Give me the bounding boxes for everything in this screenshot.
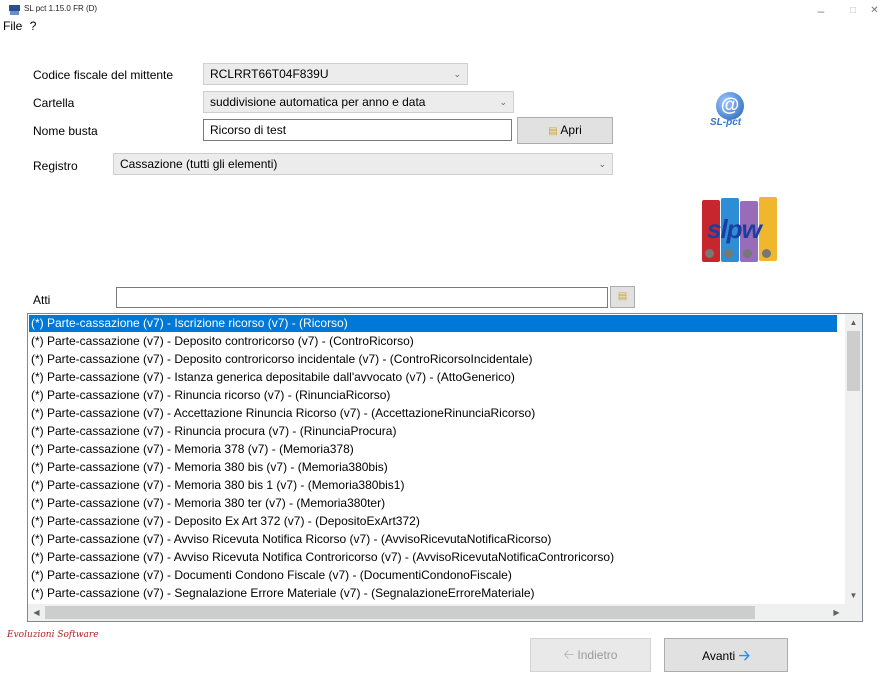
scroll-left-icon[interactable]: ◀ [28,604,45,621]
list-item[interactable]: (*) Parte-cassazione (v7) - Deposito con… [31,351,533,368]
app-icon [9,5,20,15]
horizontal-scrollbar[interactable]: ◀ ▶ [28,604,845,621]
arrow-left-icon: 🡠 [563,647,575,662]
back-button-label: Indietro [577,648,618,662]
codice-fiscale-label: Codice fiscale del mittente [33,68,174,82]
list-item[interactable]: (*) Parte-cassazione (v7) - Segnalazione… [31,585,535,602]
folder-search-icon: ▤ [617,291,628,302]
scroll-down-icon[interactable]: ▼ [845,587,862,604]
close-button[interactable]: ✕ [862,0,887,26]
cartella-label: Cartella [33,96,75,110]
chevron-down-icon: ⌄ [598,159,606,169]
minimize-button[interactable]: – [806,0,836,26]
list-item[interactable]: (*) Parte-cassazione (v7) - Deposito con… [31,333,414,350]
list-item[interactable]: (*) Parte-cassazione (v7) - Memoria 380 … [31,495,385,512]
atti-filter-input[interactable] [116,287,608,308]
back-button[interactable]: 🡠 Indietro [530,638,651,672]
list-item[interactable]: (*) Parte-cassazione (v7) - Accettazione… [31,405,535,422]
menu-file[interactable]: File [1,19,24,33]
nome-busta-value: Ricorso di test [210,123,287,137]
cartella-value: suddivisione automatica per anno e data [210,95,426,109]
vertical-scrollbar[interactable]: ▲ ▼ [845,314,862,604]
registro-select[interactable]: Cassazione (tutti gli elementi) ⌄ [113,153,613,175]
brand-logo: Evoluzioni Software [7,630,99,640]
nome-busta-label: Nome busta [33,124,98,138]
menu-bar: File ? [0,19,38,35]
horizontal-scroll-thumb[interactable] [45,606,755,619]
registro-label: Registro [33,159,78,173]
menu-help[interactable]: ? [28,19,39,33]
cartella-select[interactable]: suddivisione automatica per anno e data … [203,91,514,113]
list-item[interactable]: (*) Parte-cassazione (v7) - Avviso Ricev… [31,549,614,566]
scrollbar-corner [845,604,862,621]
slpct-logo-text: SL-pct [710,117,742,128]
apri-button-label: Apri [560,123,582,137]
list-item[interactable]: (*) Parte-cassazione (v7) - Avviso Ricev… [31,531,551,548]
codice-fiscale-value: RCLRRT66T04F839U [210,67,329,81]
next-button-label: Avanti [702,649,736,663]
list-item[interactable]: (*) Parte-cassazione (v7) - Memoria 380 … [31,477,404,494]
chevron-down-icon: ⌄ [499,97,507,107]
list-item[interactable]: (*) Parte-cassazione (v7) - Iscrizione r… [29,315,837,332]
codice-fiscale-select[interactable]: RCLRRT66T04F839U ⌄ [203,63,468,85]
atti-list[interactable]: (*) Parte-cassazione (v7) - Iscrizione r… [27,313,863,622]
nome-busta-input[interactable]: Ricorso di test [203,119,512,141]
list-item[interactable]: (*) Parte-cassazione (v7) - Rinuncia ric… [31,387,390,404]
atti-search-button[interactable]: ▤ [610,286,635,308]
window-title: SL pct 1.15.0 FR (D) [24,4,98,13]
list-item[interactable]: (*) Parte-cassazione (v7) - Rinuncia pro… [31,423,396,440]
next-button[interactable]: Avanti 🡢 [664,638,788,672]
at-sign-icon: @ [716,92,744,120]
list-item[interactable]: (*) Parte-cassazione (v7) - Documenti Co… [31,567,512,584]
chevron-down-icon: ⌄ [453,69,461,79]
registro-value: Cassazione (tutti gli elementi) [120,157,278,171]
list-item[interactable]: (*) Parte-cassazione (v7) - Deposito Ex … [31,513,420,530]
folder-open-icon: ▤ [548,126,558,137]
slpct-logo: @ SL-pct [702,92,762,142]
apri-button[interactable]: ▤ Apri [517,117,613,144]
arrow-right-icon: 🡢 [738,647,750,663]
scroll-right-icon[interactable]: ▶ [828,604,845,621]
list-item[interactable]: (*) Parte-cassazione (v7) - Memoria 378 … [31,441,354,458]
binders-logo-text: slpw [707,214,762,244]
title-bar: SL pct 1.15.0 FR (D) – □ ✕ [0,0,887,26]
list-item[interactable]: (*) Parte-cassazione (v7) - Memoria 380 … [31,459,388,476]
scroll-up-icon[interactable]: ▲ [845,314,862,331]
binders-logo: slpw [698,195,788,267]
vertical-scroll-thumb[interactable] [847,331,860,391]
atti-label: Atti [33,293,51,307]
list-item[interactable]: (*) Parte-cassazione (v7) - Istanza gene… [31,369,515,386]
